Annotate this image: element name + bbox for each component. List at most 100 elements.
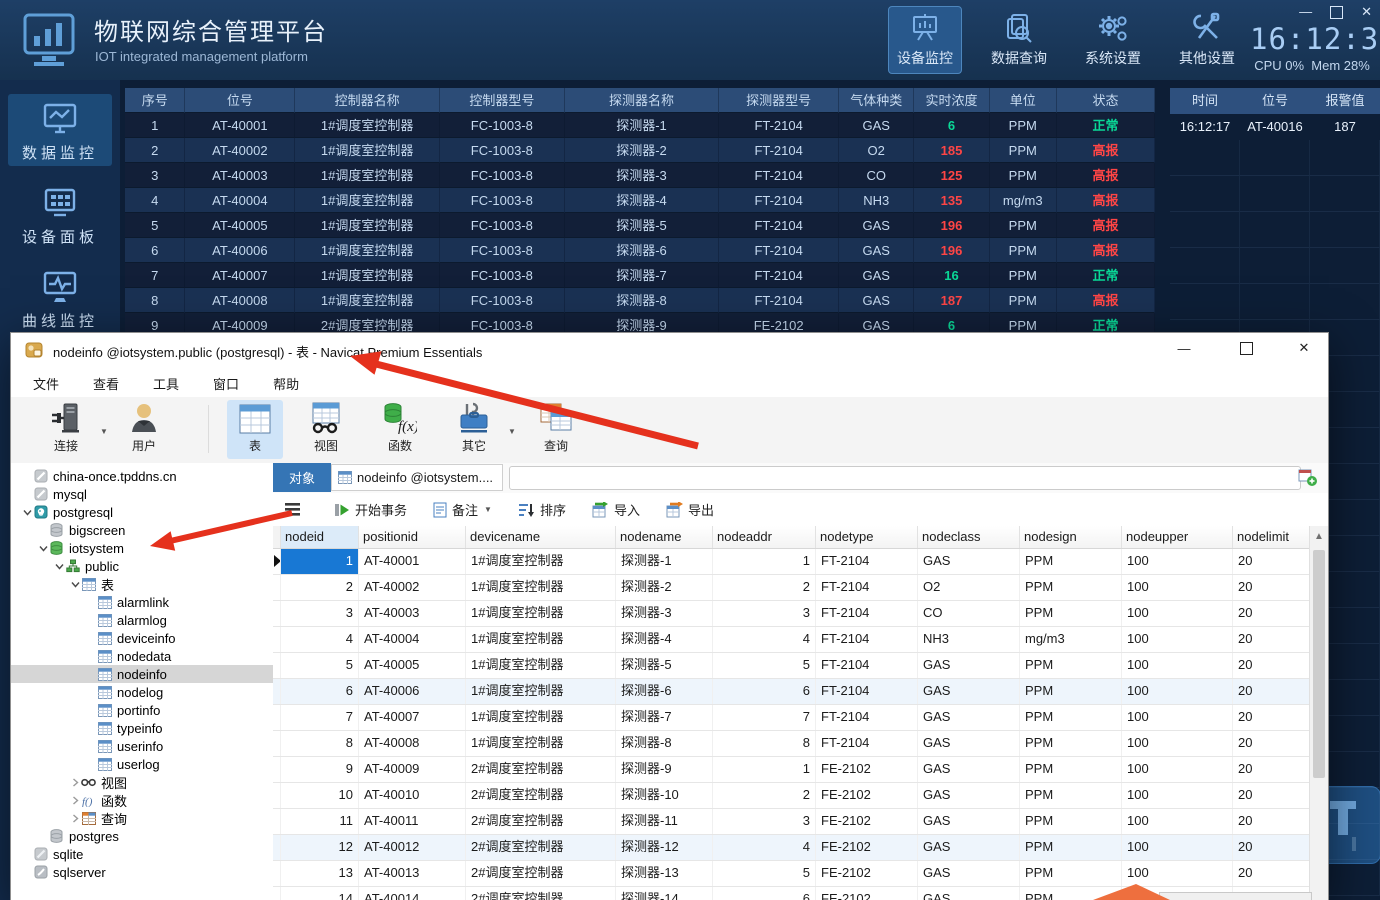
grid-cell[interactable]: 探测器-6 (616, 679, 713, 704)
grid-row[interactable]: 3AT-400031#调度室控制器探测器-33FT-2104COPPM10020 (273, 601, 1310, 627)
grid-cell[interactable]: AT-40011 (359, 809, 466, 834)
grid-row[interactable]: 13AT-400132#调度室控制器探测器-135FE-2102GASPPM10… (273, 861, 1310, 887)
grid-col-header-nodeclass[interactable]: nodeclass (918, 526, 1020, 548)
sidebar-item-设备面板[interactable]: 设备面板 (8, 178, 112, 250)
grid-cell[interactable]: AT-40012 (359, 835, 466, 860)
monitor-table-row[interactable]: 3AT-400031#调度室控制器FC-1003-8探测器-3FT-2104CO… (125, 163, 1155, 188)
grid-cell[interactable]: PPM (1020, 835, 1122, 860)
grid-cell[interactable]: 2#调度室控制器 (466, 757, 616, 782)
grid-cell[interactable]: 20 (1233, 705, 1310, 730)
monitor-table-row[interactable]: 4AT-400041#调度室控制器FC-1003-8探测器-4FT-2104NH… (125, 188, 1155, 213)
grid-cell[interactable]: PPM (1020, 861, 1122, 886)
grid-row[interactable]: 4AT-400041#调度室控制器探测器-44FT-2104NH3mg/m310… (273, 627, 1310, 653)
grid-cell[interactable]: PPM (1020, 731, 1122, 756)
grid-cell[interactable]: 9 (281, 757, 359, 782)
grid-cell[interactable]: PPM (1020, 653, 1122, 678)
grid-row[interactable]: 6AT-400061#调度室控制器探测器-66FT-2104GASPPM1002… (273, 679, 1310, 705)
grid-cell[interactable]: 1#调度室控制器 (466, 575, 616, 600)
sidebar-item-数据监控[interactable]: 数据监控 (8, 94, 112, 166)
tree-item-mysql[interactable]: mysql (11, 485, 273, 503)
grid-cell[interactable]: FT-2104 (816, 679, 918, 704)
grid-cell[interactable]: 20 (1233, 835, 1310, 860)
grid-cell[interactable]: 探测器-9 (616, 757, 713, 782)
grid-cell[interactable]: 探测器-12 (616, 835, 713, 860)
expand-open-icon[interactable] (69, 581, 81, 588)
grid-row[interactable]: 8AT-400081#调度室控制器探测器-88FT-2104GASPPM1002… (273, 731, 1310, 757)
grid-cell[interactable]: PPM (1020, 783, 1122, 808)
grid-col-header-devicename[interactable]: devicename (466, 526, 616, 548)
grid-cell[interactable]: 探测器-13 (616, 861, 713, 886)
tree-item-alarmlog[interactable]: alarmlog (11, 611, 273, 629)
grid-cell[interactable]: 8 (281, 731, 359, 756)
tree-item-sqlserver[interactable]: sqlserver (11, 863, 273, 881)
menu-查看[interactable]: 查看 (93, 374, 119, 393)
grid-cell[interactable]: 6 (281, 679, 359, 704)
navicat-titlebar[interactable]: nodeinfo @iotsystem.public (postgresql) … (11, 333, 1328, 367)
dropdown-caret-icon[interactable]: ▼ (484, 505, 492, 514)
grid-toolbar-排序[interactable]: 排序 (518, 500, 566, 519)
grid-cell[interactable]: 1#调度室控制器 (466, 679, 616, 704)
grid-cell[interactable]: 5 (281, 653, 359, 678)
grid-cell[interactable]: 100 (1122, 731, 1233, 756)
nav-item-系统设置[interactable]: 系统设置 (1076, 6, 1150, 74)
grid-cell[interactable]: 4 (713, 835, 816, 860)
grid-cell[interactable]: 探测器-11 (616, 809, 713, 834)
grid-cell[interactable]: 探测器-3 (616, 601, 713, 626)
grid-cell[interactable]: 7 (713, 705, 816, 730)
grid-cell[interactable]: 1#调度室控制器 (466, 601, 616, 626)
grid-cell[interactable]: 100 (1122, 809, 1233, 834)
sidebar-item-曲线监控[interactable]: 曲线监控 (8, 262, 112, 334)
grid-cell[interactable]: GAS (918, 549, 1020, 574)
tree-item-表[interactable]: 表 (11, 575, 273, 593)
grid-cell[interactable]: 100 (1122, 601, 1233, 626)
grid-col-header-nodename[interactable]: nodename (616, 526, 713, 548)
grid-cell[interactable]: AT-40005 (359, 653, 466, 678)
grid-cell[interactable]: GAS (918, 861, 1020, 886)
grid-cell[interactable]: 10 (281, 783, 359, 808)
grid-cell[interactable]: 6 (713, 887, 816, 900)
grid-cell[interactable]: GAS (918, 809, 1020, 834)
dropdown-caret-icon[interactable]: ▼ (508, 427, 516, 436)
grid-cell[interactable]: 探测器-10 (616, 783, 713, 808)
grid-cell[interactable]: AT-40008 (359, 731, 466, 756)
grid-cell[interactable]: AT-40010 (359, 783, 466, 808)
expand-closed-icon[interactable] (69, 796, 81, 805)
grid-cell[interactable]: 20 (1233, 549, 1310, 574)
grid-cell[interactable]: 2#调度室控制器 (466, 783, 616, 808)
navicat-minimize-button[interactable]: — (1161, 333, 1207, 363)
grid-cell[interactable]: 100 (1122, 783, 1233, 808)
grid-cell[interactable]: 1 (713, 757, 816, 782)
grid-cell[interactable]: 11 (281, 809, 359, 834)
dropdown-caret-icon[interactable]: ▼ (100, 427, 108, 436)
tree-item-postgres[interactable]: postgres (11, 827, 273, 845)
grid-cell[interactable]: AT-40006 (359, 679, 466, 704)
grid-cell[interactable]: 13 (281, 861, 359, 886)
grid-cell[interactable]: FE-2102 (816, 887, 918, 900)
grid-toolbar-导出[interactable]: 导出 (666, 500, 714, 519)
toolbar-连接[interactable]: 连接 (38, 400, 94, 459)
grid-cell[interactable]: PPM (1020, 679, 1122, 704)
grid-horizontal-scrollbar[interactable] (1159, 892, 1312, 900)
grid-cell[interactable]: PPM (1020, 549, 1122, 574)
grid-cell[interactable]: PPM (1020, 757, 1122, 782)
toolbar-查询[interactable]: 查询 (528, 400, 584, 459)
grid-row[interactable]: 9AT-400092#调度室控制器探测器-91FE-2102GASPPM1002… (273, 757, 1310, 783)
monitor-table-row[interactable]: 9AT-400092#调度室控制器FC-1003-8探测器-9FE-2102GA… (125, 313, 1155, 332)
grid-cell[interactable]: 探测器-8 (616, 731, 713, 756)
tree-item-视图[interactable]: 视图 (11, 773, 273, 791)
grid-row[interactable]: 5AT-400051#调度室控制器探测器-55FT-2104GASPPM1002… (273, 653, 1310, 679)
grid-cell[interactable]: 100 (1122, 757, 1233, 782)
grid-cell[interactable]: 20 (1233, 601, 1310, 626)
menu-工具[interactable]: 工具 (153, 374, 179, 393)
menu-文件[interactable]: 文件 (33, 374, 59, 393)
grid-cell[interactable]: 100 (1122, 705, 1233, 730)
menu-窗口[interactable]: 窗口 (213, 374, 239, 393)
grid-cell[interactable]: 6 (713, 679, 816, 704)
grid-cell[interactable]: O2 (918, 575, 1020, 600)
grid-cell[interactable]: 4 (281, 627, 359, 652)
grid-cell[interactable]: PPM (1020, 601, 1122, 626)
grid-cell[interactable]: mg/m3 (1020, 627, 1122, 652)
grid-cell[interactable]: FE-2102 (816, 861, 918, 886)
grid-cell[interactable]: 100 (1122, 627, 1233, 652)
grid-cell[interactable]: 20 (1233, 757, 1310, 782)
